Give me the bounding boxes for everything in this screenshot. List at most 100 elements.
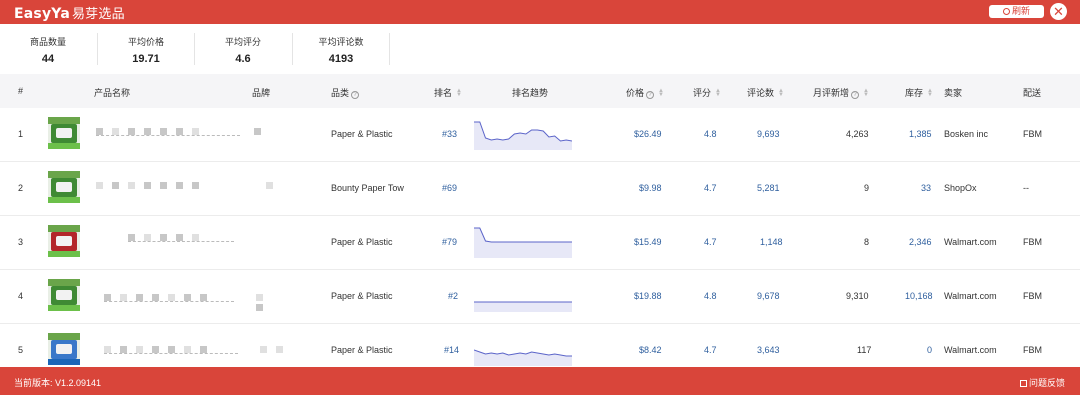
rank-value[interactable]: #79 (442, 237, 457, 247)
col-rating-label: 评分 (693, 88, 712, 98)
stock-value: 2,346 (909, 237, 932, 247)
stock-value: 0 (927, 345, 933, 355)
category-value: Paper & Plastic (331, 291, 393, 301)
feedback-icon (1020, 380, 1027, 387)
product-image[interactable] (48, 117, 80, 149)
reviews-value[interactable]: 9,678 (757, 291, 780, 301)
close-icon: ✕ (1053, 4, 1064, 19)
stat-value: 19.71 (132, 53, 160, 65)
price-value: $26.49 (634, 129, 662, 139)
rank-value[interactable]: #33 (442, 129, 457, 139)
sort-icon[interactable]: ▲ ▼ (863, 88, 869, 98)
product-image[interactable] (48, 279, 80, 311)
help-icon[interactable]: ? (646, 91, 655, 99)
seller-value: Bosken inc (944, 129, 989, 139)
price-value: $19.88 (634, 291, 662, 301)
table-row[interactable]: 3 Paper & Plastic #79 $15.49 4.7 1,148 8… (0, 216, 1080, 270)
col-reviews[interactable]: 评论数 ▲ ▼ (747, 86, 784, 99)
col-reviews-label: 评论数 (747, 88, 775, 98)
rank-value[interactable]: #69 (442, 183, 457, 193)
feedback-link[interactable]: 问题反馈 (1020, 376, 1065, 389)
stock-value: 10,168 (905, 291, 933, 301)
stat-label: 商品数量 (29, 37, 66, 47)
app-logo: EasyYa 易芽选品 (14, 3, 125, 22)
col-rank-trend: 排名趋势 (512, 88, 549, 98)
stat-divider (292, 33, 293, 65)
reviews-value[interactable]: 5,281 (757, 183, 780, 193)
col-price[interactable]: 价格? ▲ ▼ (626, 86, 664, 99)
brand-value[interactable] (256, 294, 286, 311)
rating-value: 4.7 (704, 345, 717, 355)
table-row[interactable]: 4 Paper & Plastic #2 $19.88 4.8 9,678 9,… (0, 270, 1080, 324)
col-rank[interactable]: 排名 ▲ ▼ (434, 86, 462, 99)
stock-value: 1,385 (909, 129, 932, 139)
col-monthly-reviews-label: 月评新增 (813, 88, 850, 98)
reviews-value[interactable]: 3,643 (757, 345, 780, 355)
stat-value: 44 (41, 53, 55, 65)
fulfillment-value: FBM (1023, 129, 1042, 139)
col-fulfillment: 配送 (1023, 88, 1042, 98)
col-index: # (18, 86, 24, 96)
brand-value[interactable] (266, 182, 286, 190)
col-brand: 品牌 (252, 88, 271, 98)
price-value: $9.98 (639, 183, 662, 193)
brand-value[interactable] (260, 346, 302, 354)
col-rank-label: 排名 (434, 88, 453, 98)
title-bar: EasyYa 易芽选品 刷新 ✕ (0, 0, 1080, 24)
sort-icon[interactable]: ▲ ▼ (715, 88, 721, 98)
reviews-value[interactable]: 1,148 (760, 237, 783, 247)
product-image[interactable] (48, 333, 80, 365)
product-image[interactable] (48, 225, 80, 257)
fulfillment-value: FBM (1023, 237, 1042, 247)
product-name-link[interactable] (104, 294, 234, 302)
stat-avg-reviews: 平均评论数 4193 (312, 35, 370, 65)
reviews-value[interactable]: 9,693 (757, 129, 780, 139)
col-rating[interactable]: 评分 ▲ ▼ (693, 86, 721, 99)
col-stock[interactable]: 库存 ▲ ▼ (905, 86, 933, 99)
sort-icon[interactable]: ▲ ▼ (778, 88, 784, 98)
sparkline-area (474, 122, 572, 150)
status-bar: 当前版本: V1.2.09141 问题反馈 (0, 367, 1080, 395)
product-image[interactable] (48, 171, 80, 203)
stat-label: 平均评论数 (318, 37, 364, 47)
refresh-icon (1002, 8, 1010, 15)
sparkline-area (474, 228, 572, 258)
fulfillment-value: FBM (1023, 345, 1042, 355)
table-row[interactable]: 1 Paper & Plastic #33 $26.49 4.8 9,693 4… (0, 108, 1080, 162)
brand-value[interactable] (254, 128, 264, 136)
sparkline-area (474, 350, 572, 366)
rank-trend-sparkline (474, 227, 572, 258)
rank-value[interactable]: #14 (444, 345, 459, 355)
product-name-link[interactable] (96, 182, 236, 190)
close-button[interactable]: ✕ (1050, 3, 1067, 20)
monthly-reviews-value: 4,263 (846, 129, 869, 139)
help-icon[interactable]: ? (351, 91, 360, 99)
sort-icon[interactable]: ▲ ▼ (658, 88, 664, 98)
stat-avg-rating: 平均评分 4.6 (219, 35, 267, 65)
stat-divider (389, 33, 390, 65)
row-index: 1 (18, 129, 24, 139)
monthly-reviews-value: 9 (864, 183, 870, 193)
product-name-link[interactable] (128, 234, 234, 242)
logo-cn: 易芽选品 (71, 7, 125, 22)
seller-value: Walmart.com (944, 291, 997, 301)
col-monthly-reviews[interactable]: 月评新增? ▲ ▼ (813, 86, 869, 99)
col-category[interactable]: 品类? (331, 86, 360, 99)
row-index: 2 (18, 183, 24, 193)
fulfillment-value: FBM (1023, 291, 1042, 301)
sort-icon[interactable]: ▲ ▼ (927, 88, 933, 98)
product-name-link[interactable] (96, 128, 240, 136)
rank-trend-sparkline (474, 349, 572, 366)
help-icon[interactable]: ? (851, 91, 860, 99)
table-row[interactable]: 2 Bounty Paper Tow #69 $9.98 4.7 5,281 9… (0, 162, 1080, 216)
product-name-link[interactable] (104, 346, 238, 354)
stat-label: 平均评分 (224, 37, 261, 47)
sort-icon[interactable]: ▲ ▼ (456, 88, 462, 98)
feedback-label: 问题反馈 (1029, 378, 1066, 388)
price-value: $8.42 (639, 345, 662, 355)
sparkline-area (474, 302, 572, 312)
category-value: Paper & Plastic (331, 129, 393, 139)
refresh-button[interactable]: 刷新 (989, 5, 1044, 18)
row-index: 5 (18, 345, 24, 355)
rank-value[interactable]: #2 (448, 291, 458, 301)
